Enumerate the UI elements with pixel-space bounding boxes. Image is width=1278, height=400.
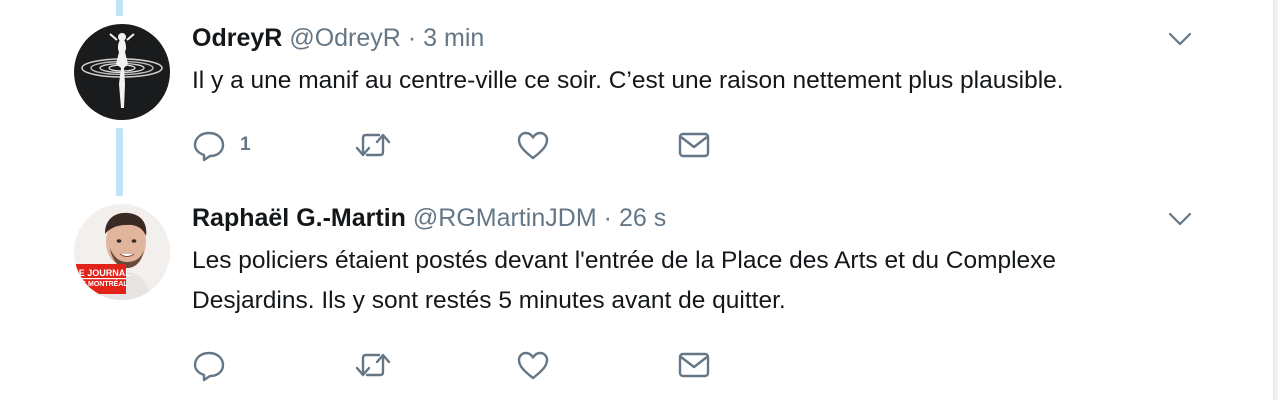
message-icon [678, 132, 710, 158]
reply-icon [193, 351, 225, 382]
message-button[interactable] [678, 127, 710, 163]
tweet-text: Il y a une manif au centre-ville ce soir… [192, 67, 1064, 94]
reply-count: 1 [240, 134, 251, 155]
timestamp[interactable]: 26 s [619, 204, 666, 233]
avatar-image [74, 24, 170, 120]
separator: · [407, 24, 417, 52]
display-name[interactable]: OdreyR [192, 24, 282, 53]
avatar-badge-line1: LE JOURNAL [74, 268, 131, 278]
chevron-down-icon[interactable] [1168, 31, 1192, 47]
avatar[interactable]: LE JOURNAL DE MONTRÉAL [74, 204, 170, 300]
tweet-1[interactable]: OdreyR @OdreyR · 3 min Il y a une manif … [0, 0, 1270, 190]
like-icon [517, 351, 549, 380]
separator: · [603, 204, 612, 232]
avatar-badge-line2: DE MONTRÉAL [76, 281, 128, 288]
display-name[interactable]: Raphaël G.-Martin [192, 204, 406, 233]
retweet-button[interactable] [354, 347, 392, 383]
retweet-icon [355, 133, 391, 157]
tweet-header: Raphaël G.-Martin @RGMartinJDM · 26 s [192, 204, 666, 236]
tweet-header: OdreyR @OdreyR · 3 min [192, 24, 484, 56]
retweet-button[interactable] [354, 127, 392, 163]
tweet-text: Les policiers étaient postés devant l'en… [192, 241, 1202, 321]
retweet-icon [355, 353, 391, 377]
reply-icon [193, 131, 225, 162]
avatar[interactable] [74, 24, 170, 120]
tweet-text-line2: Desjardins. Ils y sont restés 5 minutes … [192, 287, 786, 314]
like-button[interactable] [516, 347, 550, 383]
tweet-thread: OdreyR @OdreyR · 3 min Il y a une manif … [0, 0, 1278, 400]
scrollbar-track[interactable] [1273, 0, 1278, 400]
message-icon [678, 352, 710, 378]
chevron-down-icon[interactable] [1168, 211, 1192, 227]
user-handle[interactable]: @RGMartinJDM [413, 204, 597, 233]
user-handle[interactable]: @OdreyR [289, 24, 401, 53]
reply-button[interactable]: 1 [192, 127, 251, 163]
like-button[interactable] [516, 127, 550, 163]
avatar-badge: LE JOURNAL DE MONTRÉAL [74, 264, 131, 294]
like-icon [517, 131, 549, 160]
message-button[interactable] [678, 347, 710, 383]
reply-button[interactable] [192, 347, 226, 383]
tweet-2[interactable]: LE JOURNAL DE MONTRÉAL Raphaël G.-Martin… [0, 190, 1270, 400]
tweet-text-line1: Les policiers étaient postés devant l'en… [192, 247, 1057, 274]
timestamp[interactable]: 3 min [423, 24, 484, 53]
